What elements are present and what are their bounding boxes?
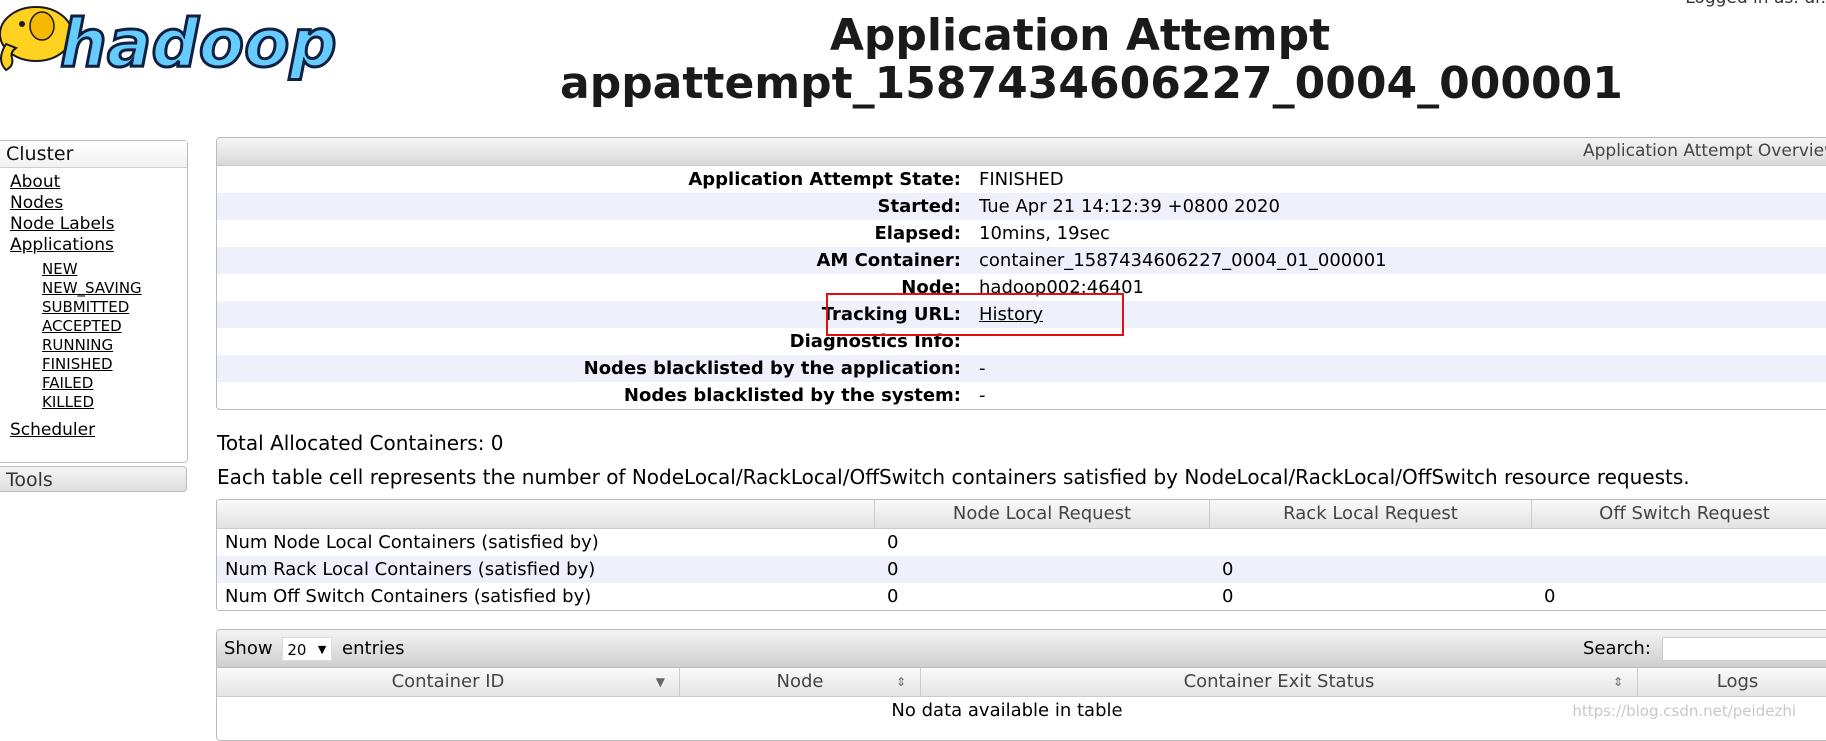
table-cell: 0 [887, 532, 899, 553]
nav-link-state-killed[interactable]: KILLED [42, 393, 94, 411]
nav-link-state-new[interactable]: NEW [42, 260, 78, 278]
search-input[interactable] [1661, 637, 1826, 661]
table-cell: 0 [887, 586, 899, 607]
table-cell: 0 [1222, 586, 1234, 607]
column-header-node[interactable]: Node ⇕ [679, 668, 920, 696]
datatable-toolbar: Show 20 ▼ entries Search: [217, 630, 1826, 668]
nav-link-nodes[interactable]: Nodes [10, 193, 63, 213]
total-allocated-containers: Total Allocated Containers: 0 [217, 431, 504, 455]
overview-row-state: Application Attempt State: FINISHED [217, 166, 1826, 193]
cluster-nav-header[interactable]: Cluster [0, 141, 187, 168]
overview-value: FINISHED [979, 169, 1064, 190]
allocation-col-blank [217, 500, 874, 528]
logo-wordmark: hadoop [60, 5, 337, 82]
datatable-header: Container ID ▼ Node ⇕ Container Exit Sta… [217, 668, 1826, 697]
overview-label: Elapsed: [874, 223, 961, 244]
table-cell [1531, 556, 1826, 583]
overview-row-elapsed: Elapsed: 10mins, 19sec [217, 220, 1826, 247]
table-cell [1531, 529, 1826, 556]
nav-link-scheduler[interactable]: Scheduler [10, 420, 95, 440]
containers-table-description: Each table cell represents the number of… [217, 465, 1690, 489]
allocation-col-rack-local: Rack Local Request [1209, 500, 1531, 528]
page-length-control: Show 20 ▼ entries [224, 630, 404, 667]
logged-in-status: Logged in as: dr. [1685, 0, 1826, 8]
page-title: Application Attempt appattempt_158743460… [560, 10, 1623, 109]
column-header-logs[interactable]: Logs [1637, 668, 1826, 696]
table-cell: Num Rack Local Containers (satisfied by) [225, 559, 596, 580]
overview-value: - [979, 358, 986, 379]
container-allocation-table: Node Local Request Rack Local Request Of… [216, 499, 1826, 611]
containers-datatable: Show 20 ▼ entries Search: Container ID ▼… [216, 629, 1826, 741]
column-header-exit-status[interactable]: Container Exit Status ⇕ [920, 668, 1637, 696]
dropdown-arrow-icon: ▼ [317, 643, 327, 656]
table-cell: Num Node Local Containers (satisfied by) [225, 532, 599, 553]
table-row: Num Node Local Containers (satisfied by)… [217, 529, 1826, 556]
nav-link-state-finished[interactable]: FINISHED [42, 355, 113, 373]
overview-label: Started: [877, 196, 962, 217]
overview-label: AM Container: [816, 250, 961, 271]
table-cell: 0 [1222, 559, 1234, 580]
page-title-line1: Application Attempt [829, 10, 1331, 61]
table-cell: 0 [887, 559, 899, 580]
watermark: https://blog.csdn.net/peidezhi [1572, 702, 1796, 720]
show-label: Show [224, 638, 273, 659]
entries-label: entries [342, 638, 405, 659]
overview-row-started: Started: Tue Apr 21 14:12:39 +0800 2020 [217, 193, 1826, 220]
column-header-label: Node [776, 671, 824, 692]
search-label: Search: [1583, 638, 1651, 659]
table-cell [1209, 529, 1531, 556]
overview-label: Nodes blacklisted by the system: [623, 385, 961, 406]
tracking-url-highlight-box [826, 293, 1124, 336]
search-control: Search: [1583, 630, 1826, 667]
table-row: Num Rack Local Containers (satisfied by)… [217, 556, 1826, 583]
nav-link-state-running[interactable]: RUNNING [42, 336, 113, 354]
allocation-col-off-switch: Off Switch Request [1531, 500, 1826, 528]
sort-both-icon: ⇕ [1612, 675, 1623, 689]
sort-desc-icon: ▼ [655, 675, 665, 689]
allocation-col-node-local: Node Local Request [874, 500, 1209, 528]
overview-value: Tue Apr 21 14:12:39 +0800 2020 [979, 196, 1280, 217]
nav-link-state-accepted[interactable]: ACCEPTED [42, 317, 122, 335]
nav-link-state-submitted[interactable]: SUBMITTED [42, 298, 129, 316]
column-header-container-id[interactable]: Container ID ▼ [217, 668, 679, 696]
overview-label: Application Attempt State: [688, 169, 961, 190]
overview-header: Application Attempt Overview [217, 138, 1826, 166]
column-header-label: Container ID [391, 671, 505, 692]
nav-link-state-new-saving[interactable]: NEW_SAVING [42, 279, 142, 297]
hadoop-logo-graphic: hadoop [0, 4, 338, 84]
overview-row-blacklisted-system: Nodes blacklisted by the system: - [217, 382, 1826, 409]
overview-value: - [979, 385, 986, 406]
overview-label: Nodes blacklisted by the application: [583, 358, 961, 379]
hadoop-logo: hadoop [0, 0, 350, 84]
page-length-value: 20 [287, 641, 307, 659]
overview-row-blacklisted-app: Nodes blacklisted by the application: - [217, 355, 1826, 382]
page-length-select[interactable]: 20 ▼ [282, 637, 333, 661]
cluster-nav: Cluster About Nodes Node Labels Applicat… [0, 140, 188, 463]
column-header-label: Logs [1716, 671, 1759, 692]
table-row: Num Off Switch Containers (satisfied by)… [217, 583, 1826, 610]
allocation-table-header: Node Local Request Rack Local Request Of… [217, 500, 1826, 529]
sort-both-icon: ⇕ [895, 675, 906, 689]
attempt-overview-panel: Application Attempt Overview Application… [216, 137, 1826, 410]
page-title-line2: appattempt_1587434606227_0004_000001 [560, 58, 1623, 109]
table-cell: Num Off Switch Containers (satisfied by) [225, 586, 592, 607]
nav-link-about[interactable]: About [10, 172, 60, 192]
overview-value: 10mins, 19sec [979, 223, 1110, 244]
nav-link-node-labels[interactable]: Node Labels [10, 214, 115, 234]
tools-nav-header[interactable]: Tools [0, 466, 187, 492]
table-cell: 0 [1544, 586, 1556, 607]
column-header-label: Container Exit Status [1183, 671, 1375, 692]
nav-link-state-failed[interactable]: FAILED [42, 374, 93, 392]
overview-row-am-container: AM Container: container_1587434606227_00… [217, 247, 1826, 274]
overview-value: container_1587434606227_0004_01_000001 [979, 250, 1387, 271]
nav-link-applications[interactable]: Applications [10, 235, 114, 255]
